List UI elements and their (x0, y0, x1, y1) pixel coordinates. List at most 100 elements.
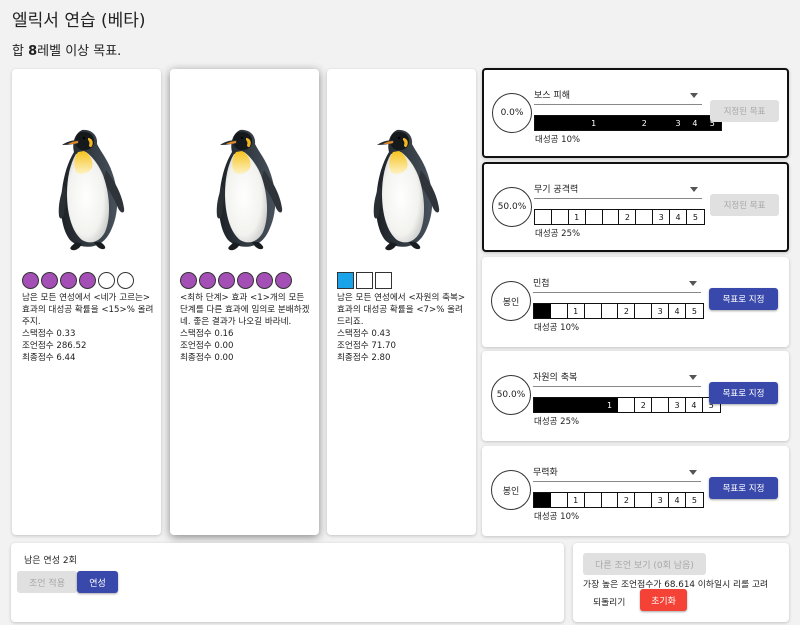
level-cell (568, 116, 586, 130)
sage-indicator-row (22, 272, 134, 289)
caret-down-icon (689, 470, 697, 475)
level-cell (635, 493, 653, 507)
effect-status-circle: 50.0% (491, 375, 531, 415)
stack-dot-1 (180, 272, 197, 289)
level-cell: 1 (601, 398, 619, 412)
level-cell (653, 116, 671, 130)
level-cell: 3 (652, 304, 670, 318)
sage-description: <최하 단계> 효과 <1>개의 모든 단계를 다른 효과에 임의로 분배하겠네… (180, 293, 310, 327)
stack-dot-3 (218, 272, 235, 289)
refine-button[interactable]: 연성 (77, 571, 118, 593)
penguin-image (46, 124, 126, 256)
level-cell: 2 (635, 398, 653, 412)
goal-text: 합 8레벨 이상 목표. (12, 40, 121, 59)
goal-prefix: 합 (12, 44, 29, 59)
reset-button[interactable]: 초기화 (640, 589, 687, 611)
effect-select[interactable]: 보스 피해 (534, 85, 702, 105)
stack-dot-6 (117, 272, 134, 289)
sage-card-2[interactable]: <최하 단계> 효과 <1>개의 모든 단계를 다른 효과에 임의로 분배하겠네… (170, 69, 319, 535)
undo-link[interactable]: 되돌리기 (593, 598, 625, 608)
effect-card-neutralize: 봉인 무력화 1 2 345 대성공 10% 목표로 지정 (482, 446, 789, 536)
effect-level-bar: 12345 (533, 397, 721, 413)
advice-score: 조언점수 0.00 (180, 341, 234, 351)
sage-card-3[interactable]: 남은 모든 연성에서 <자원의 축복> 효과의 대성공 확률을 <7>% 올려드… (327, 69, 476, 535)
level-cell (551, 116, 569, 130)
effect-level-bar: 12345 (534, 209, 705, 225)
effect-status-circle: 0.0% (492, 93, 532, 133)
level-cell (584, 493, 602, 507)
set-target-button[interactable]: 지정된 목표 (710, 194, 779, 216)
effect-card-weapon-attack: 50.0% 무기 공격력 1 2 345 대성공 25% 지정된 목표 (482, 162, 789, 252)
effect-status-circle: 봉인 (491, 281, 531, 321)
level-cell (618, 398, 636, 412)
effect-select-value: 무력화 (533, 468, 558, 478)
effect-select-value: 무기 공격력 (534, 185, 579, 195)
stack-dot-4 (237, 272, 254, 289)
level-cell: 1 (567, 304, 585, 318)
level-cell: 4 (686, 398, 703, 412)
level-cell (584, 398, 602, 412)
stack-dot-3 (60, 272, 77, 289)
stack-score: 스택점수 0.43 (337, 329, 391, 339)
level-cell: 2 (618, 304, 636, 318)
level-cell: 5 (687, 210, 704, 224)
level-cell (602, 210, 620, 224)
stack-dot-5 (256, 272, 273, 289)
level-cell (550, 304, 568, 318)
other-advice-button[interactable]: 다른 조언 보기 (0회 남음) (583, 553, 706, 575)
level-cell: 2 (636, 116, 654, 130)
level-cell (534, 493, 551, 507)
final-score: 최종점수 0.00 (180, 353, 234, 363)
effect-select-value: 민첩 (533, 279, 550, 289)
apply-advice-button[interactable]: 조언 적용 (17, 571, 77, 593)
goal-level: 8 (28, 44, 38, 59)
effect-card-agility: 봉인 민첩 1 2 345 대성공 10% 목표로 지정 (482, 257, 789, 347)
effect-select[interactable]: 자원의 축복 (533, 367, 701, 387)
level-cell (601, 493, 619, 507)
set-target-button[interactable]: 목표로 지정 (709, 477, 778, 499)
sage-text: 남은 모든 연성에서 <자원의 축복> 효과의 대성공 확률을 <7>% 올려드… (337, 292, 470, 364)
stack-dot-2 (199, 272, 216, 289)
set-target-button[interactable]: 지정된 목표 (710, 100, 779, 122)
refine-controls: 남은 연성 2회 조언 적용 연성 (11, 543, 564, 622)
level-cell (601, 304, 619, 318)
caret-down-icon (690, 187, 698, 192)
level-cell (635, 304, 653, 318)
stack-square-3 (375, 272, 392, 289)
effect-card-resource-blessing: 50.0% 자원의 축복 12345 대성공 25% 목표로 지정 (482, 351, 789, 441)
caret-down-icon (689, 375, 697, 380)
stack-square-2 (356, 272, 373, 289)
level-cell (619, 116, 637, 130)
penguin-image (204, 124, 284, 256)
level-cell: 4 (669, 304, 687, 318)
effect-select[interactable]: 무력화 (533, 462, 701, 482)
set-target-button[interactable]: 목표로 지정 (709, 382, 778, 404)
effect-select[interactable]: 무기 공격력 (534, 179, 702, 199)
stack-score: 스택점수 0.16 (180, 329, 234, 339)
page-title: 엘릭서 연습 (베타) (12, 11, 146, 31)
stack-dot-5 (98, 272, 115, 289)
sage-text: <최하 단계> 효과 <1>개의 모든 단계를 다른 효과에 임의로 분배하겠네… (180, 292, 313, 364)
level-cell: 1 (585, 116, 603, 130)
level-cell (636, 210, 654, 224)
effect-select[interactable]: 민첩 (533, 273, 701, 293)
effect-select-value: 자원의 축복 (533, 373, 578, 383)
level-cell (584, 304, 602, 318)
effect-status-circle: 봉인 (491, 470, 531, 510)
set-target-button[interactable]: 목표로 지정 (709, 288, 778, 310)
advice-controls: 다른 조언 보기 (0회 남음) 가장 높은 조언점수가 68.614 이하일시… (573, 543, 789, 622)
stack-dot-6 (275, 272, 292, 289)
effect-level-bar: 1 2 345 (533, 303, 704, 319)
level-cell: 5 (686, 304, 703, 318)
final-score: 최종점수 2.80 (337, 353, 391, 363)
sage-card-1[interactable]: 남은 모든 연성에서 <네가 고르는> 효과의 대성공 확률을 <15>% 올려… (12, 69, 161, 535)
stack-square-1 (337, 272, 354, 289)
effect-status-circle: 50.0% (492, 187, 532, 227)
level-cell: 4 (669, 493, 687, 507)
level-cell (535, 116, 552, 130)
remaining-refines: 남은 연성 2회 (24, 556, 77, 566)
level-cell (567, 398, 585, 412)
level-cell: 1 (567, 493, 585, 507)
sage-description: 남은 모든 연성에서 <네가 고르는> 효과의 대성공 확률을 <15>% 올려… (22, 293, 154, 327)
advice-score: 조언점수 71.70 (337, 341, 396, 351)
